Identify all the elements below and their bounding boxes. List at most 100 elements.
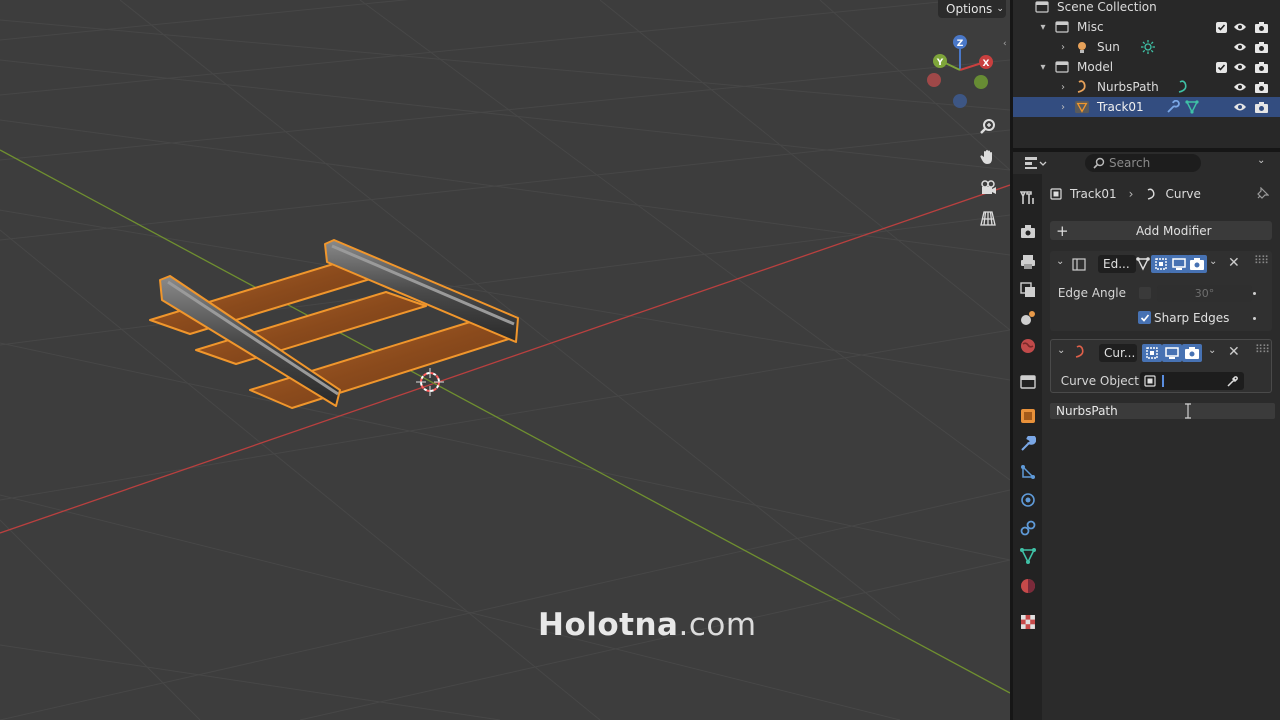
gizmo-x-label: X — [983, 59, 990, 69]
modifier-name-field[interactable]: Cur... — [1099, 344, 1137, 362]
exclude-checkbox[interactable] — [1214, 60, 1228, 74]
curve-object-icon — [1077, 80, 1086, 93]
data-tab-icon[interactable] — [1020, 548, 1036, 564]
dropdown-item-nurbspath[interactable]: NurbsPath — [1050, 403, 1275, 419]
particles-tab-icon[interactable] — [1020, 464, 1036, 480]
light-icon — [1078, 42, 1086, 53]
constraints-tab-icon[interactable] — [1020, 520, 1036, 536]
eye-icon[interactable] — [1233, 80, 1247, 94]
x-axis-line — [0, 184, 1010, 534]
world-tab-icon[interactable] — [1020, 338, 1036, 354]
edit-mode-cage-icon[interactable] — [1133, 255, 1153, 273]
camera-render-icon[interactable] — [1254, 40, 1268, 54]
material-tab-icon[interactable] — [1020, 578, 1036, 594]
outliner-row-nurbspath[interactable]: › NurbsPath — [1013, 77, 1280, 97]
camera-render-icon[interactable] — [1254, 20, 1268, 34]
outliner-label: Model — [1077, 60, 1114, 74]
object-tab-icon[interactable] — [1020, 408, 1036, 424]
curve-data-icon[interactable] — [1176, 80, 1190, 94]
search-placeholder: Search — [1109, 156, 1151, 170]
chevron-down-icon[interactable]: ⌄ — [1257, 155, 1265, 166]
drag-handle-icon[interactable]: ⠿⠿ — [1254, 254, 1269, 267]
outliner-panel: Scene Collection ▾ Misc › Sun ▾ Model › … — [1013, 0, 1280, 148]
pan-hand-icon[interactable] — [976, 145, 1000, 169]
y-axis-line — [0, 149, 1010, 694]
modifier-tab-icon[interactable] — [1020, 436, 1036, 452]
zoom-icon[interactable] — [976, 115, 1000, 139]
gizmo-z-label: Z — [957, 39, 964, 49]
render-camera-icon[interactable] — [1182, 344, 1202, 362]
eye-icon[interactable] — [1233, 20, 1247, 34]
eye-icon[interactable] — [1233, 60, 1247, 74]
outliner-row-scene-collection[interactable]: Scene Collection — [1013, 0, 1280, 17]
chevron-right-icon[interactable]: › — [1057, 82, 1069, 93]
eyedropper-icon[interactable] — [1226, 375, 1239, 388]
viewport-display-icon[interactable] — [1162, 344, 1182, 362]
sun-data-icon[interactable] — [1141, 40, 1155, 54]
edge-angle-label: Edge Angle — [1057, 286, 1126, 300]
outliner-label: NurbsPath — [1097, 80, 1159, 94]
add-modifier-button[interactable]: + Add Modifier — [1050, 221, 1272, 240]
close-icon[interactable]: ✕ — [1228, 344, 1240, 360]
outliner-row-misc[interactable]: ▾ Misc — [1013, 17, 1280, 37]
3d-viewport[interactable]: Z X Y ‹ Options ⌄ Holotna.com — [0, 0, 1010, 720]
search-input[interactable]: Search — [1085, 154, 1201, 172]
modifier-header[interactable]: ⌄ Cur... ⌄ ✕ ⠿⠿ — [1051, 340, 1273, 366]
collection-tab-icon[interactable] — [1020, 374, 1036, 390]
camera-view-icon[interactable] — [976, 176, 1000, 200]
text-cursor — [1162, 375, 1164, 387]
camera-render-icon[interactable] — [1254, 100, 1268, 114]
edge-angle-checkbox[interactable] — [1139, 287, 1151, 299]
physics-tab-icon[interactable] — [1020, 492, 1036, 508]
curve-object-field[interactable] — [1140, 372, 1244, 390]
ortho-grid-icon[interactable] — [976, 206, 1000, 230]
outliner-row-model[interactable]: ▾ Model — [1013, 57, 1280, 77]
camera-render-icon[interactable] — [1254, 80, 1268, 94]
keyframe-dot-icon[interactable] — [1253, 292, 1256, 295]
camera-render-icon[interactable] — [1254, 60, 1268, 74]
pin-icon[interactable] — [1256, 187, 1269, 200]
keyframe-dot-icon[interactable] — [1253, 317, 1256, 320]
chevron-down-icon[interactable]: ⌄ — [1057, 345, 1065, 356]
edge-split-icon — [1072, 258, 1086, 271]
modifier-name: Ed... — [1103, 257, 1130, 271]
texture-tab-icon[interactable] — [1020, 614, 1036, 630]
tool-tab-icon[interactable] — [1020, 190, 1036, 206]
chevron-down-icon[interactable]: ⌄ — [1208, 345, 1216, 356]
exclude-checkbox[interactable] — [1214, 20, 1228, 34]
outliner-row-sun[interactable]: › Sun — [1013, 37, 1280, 57]
render-camera-icon[interactable] — [1187, 255, 1207, 273]
modifier-header[interactable]: ⌄ Ed... ⌄ ✕ ⠿⠿ — [1050, 251, 1272, 277]
chevron-right-icon[interactable]: › — [1057, 42, 1069, 53]
chevron-down-icon[interactable]: ▾ — [1037, 62, 1049, 73]
scene-tab-icon[interactable] — [1020, 310, 1036, 326]
view-layer-tab-icon[interactable] — [1020, 282, 1036, 298]
editor-type-icon[interactable] — [1025, 156, 1047, 170]
mesh-data-icon[interactable] — [1185, 100, 1199, 114]
wrench-icon[interactable] — [1166, 100, 1180, 114]
chevron-down-icon[interactable]: ⌄ — [1056, 256, 1064, 267]
outliner-row-track01[interactable]: › Track01 — [1013, 97, 1280, 117]
eye-icon[interactable] — [1233, 100, 1247, 114]
options-button[interactable]: Options ⌄ — [938, 0, 1006, 18]
track-model — [149, 239, 519, 409]
edit-mode-toggle-icon[interactable] — [1151, 255, 1171, 273]
outliner-label: Scene Collection — [1057, 0, 1157, 14]
viewport-display-icon[interactable] — [1169, 255, 1189, 273]
render-tab-icon[interactable] — [1020, 224, 1036, 240]
properties-header: Search ⌄ — [1013, 152, 1280, 174]
viewport-scene: Z X Y ‹ — [0, 0, 1010, 720]
close-icon[interactable]: ✕ — [1228, 255, 1240, 271]
breadcrumb-object: Track01 — [1070, 187, 1117, 201]
edit-mode-toggle-icon[interactable] — [1142, 344, 1162, 362]
chevron-down-icon[interactable]: ▾ — [1037, 22, 1049, 33]
output-tab-icon[interactable] — [1020, 254, 1036, 270]
drag-handle-icon[interactable]: ⠿⠿ — [1255, 343, 1270, 356]
modifier-name-field[interactable]: Ed... — [1098, 255, 1136, 273]
sharp-edges-checkbox[interactable] — [1138, 311, 1151, 324]
chevron-right-icon[interactable]: › — [1057, 102, 1069, 113]
eye-icon[interactable] — [1233, 40, 1247, 54]
breadcrumb-separator-icon: › — [1128, 187, 1134, 201]
edge-angle-field[interactable]: 30° — [1157, 285, 1252, 302]
chevron-down-icon[interactable]: ⌄ — [1209, 256, 1217, 267]
